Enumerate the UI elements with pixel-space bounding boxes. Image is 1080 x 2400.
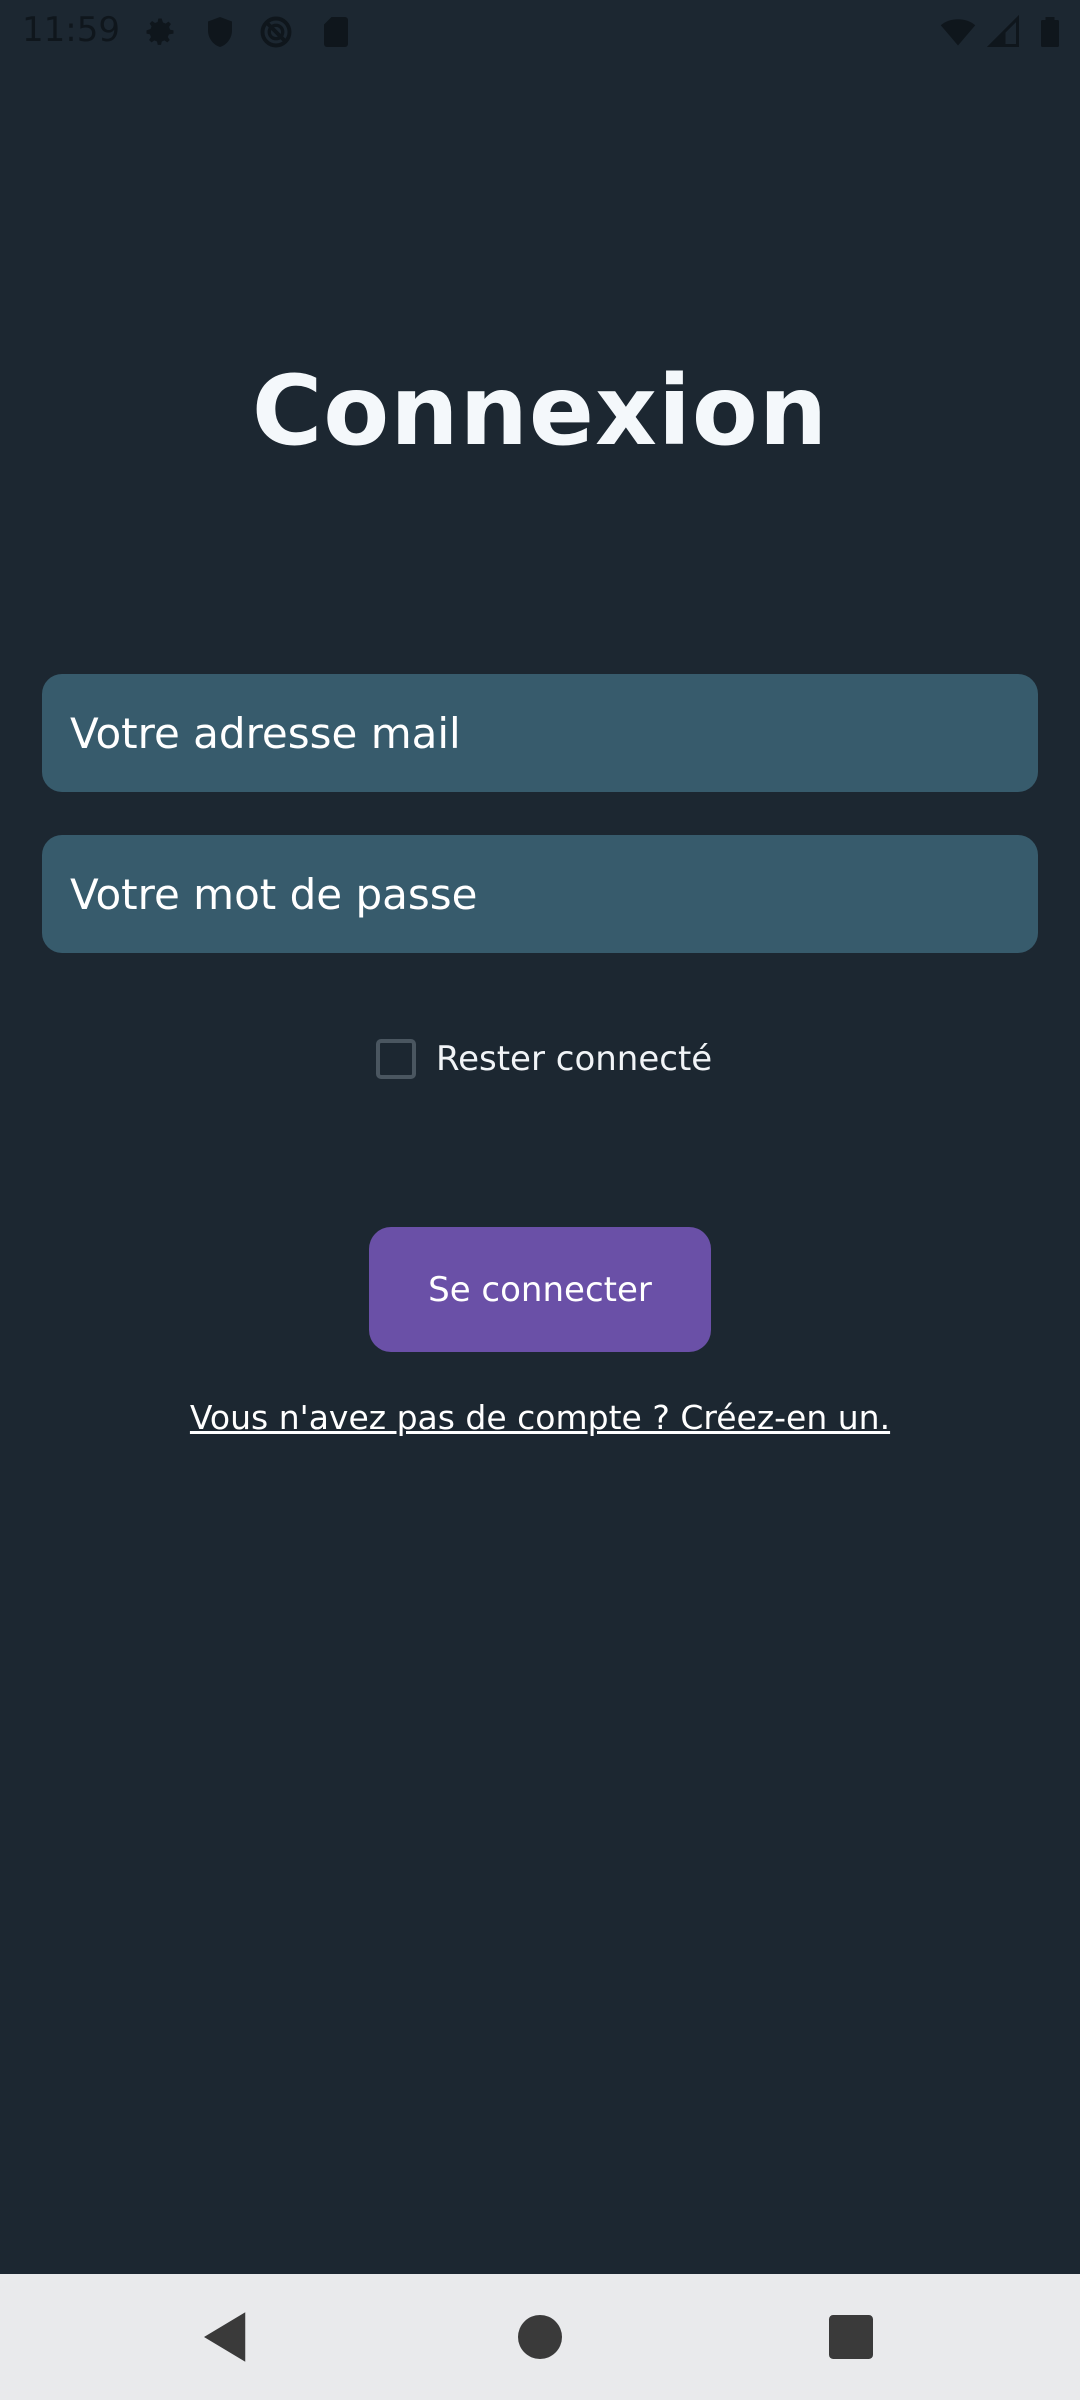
recents-icon[interactable]: [818, 2304, 884, 2370]
shield-icon: [208, 17, 232, 47]
navigation-bar: [0, 2274, 1080, 2400]
sd-card-icon: [324, 17, 348, 47]
page-title: Connexion: [251, 355, 829, 467]
remember-me-label: Rester connecté: [436, 1039, 713, 1079]
remember-me-toggle[interactable]: Rester connecté: [376, 1034, 712, 1084]
login-button[interactable]: Se connecter: [369, 1227, 711, 1352]
signup-link[interactable]: Vous n'avez pas de compte ? Créez-en un.: [0, 1398, 1080, 1437]
password-field[interactable]: [42, 835, 1038, 953]
remember-me-checkbox[interactable]: [376, 1039, 416, 1079]
status-time: 11:59: [22, 10, 120, 50]
no-sync-icon: [260, 16, 292, 48]
back-icon[interactable]: [193, 2304, 259, 2370]
email-field[interactable]: [42, 674, 1038, 792]
signal-icon: [986, 14, 1019, 47]
battery-icon: [1041, 17, 1059, 47]
status-bar: 11:59: [0, 0, 1080, 64]
settings-icon: [146, 18, 174, 45]
wifi-icon: [940, 19, 976, 46]
home-icon[interactable]: [507, 2304, 573, 2370]
